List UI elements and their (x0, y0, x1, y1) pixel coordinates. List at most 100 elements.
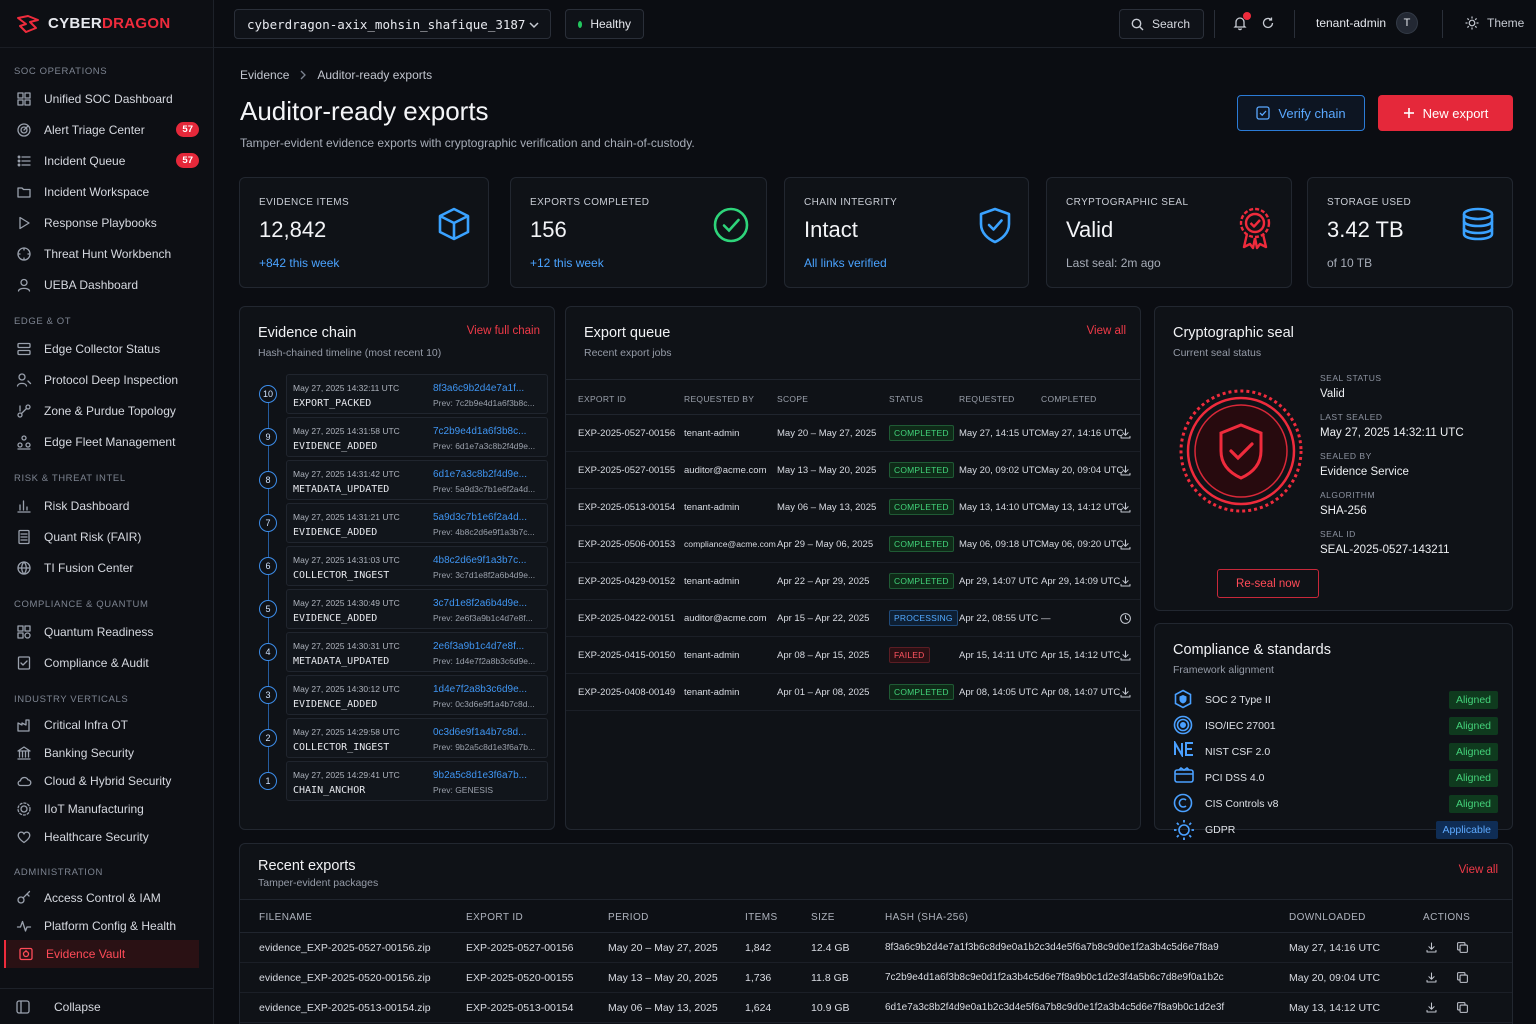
chain-hash[interactable]: 1d4e7f2a8b3c6d9e... (433, 684, 527, 695)
view-full-chain-link[interactable]: View full chain (467, 325, 540, 337)
download-icon[interactable] (1119, 649, 1132, 662)
compliance-item[interactable]: GDPR Applicable (1173, 819, 1498, 841)
sidebar-item-protocol-deep-inspection[interactable]: Protocol Deep Inspection (0, 364, 213, 395)
compliance-item[interactable]: CIS Controls v8 Aligned (1173, 793, 1498, 815)
chain-hash[interactable]: 5a9d3c7b1e6f2a4d... (433, 512, 527, 523)
breadcrumb-parent[interactable]: Evidence (240, 68, 289, 82)
recent-cell-file[interactable]: evidence_EXP-2025-0527-00156.zip (259, 942, 431, 954)
download-icon[interactable] (1425, 1001, 1438, 1014)
collapse-button[interactable]: Collapse (0, 988, 213, 1024)
recent-cell-file[interactable]: evidence_EXP-2025-0520-00156.zip (259, 972, 431, 984)
reseal-button[interactable]: Re-seal now (1217, 569, 1319, 598)
queue-view-all-link[interactable]: View all (1087, 325, 1126, 337)
verify-chain-button[interactable]: Verify chain (1237, 95, 1365, 131)
recent-view-all-link[interactable]: View all (1459, 864, 1498, 876)
compliance-item[interactable]: SOC 2 Type II Aligned (1173, 689, 1498, 711)
chain-hash[interactable]: 3c7d1e8f2a6b4d9e... (433, 598, 527, 609)
sidebar-item-zone-purdue-topology[interactable]: Zone & Purdue Topology (0, 395, 213, 426)
sidebar-item-critical-infra-ot[interactable]: Critical Infra OT (0, 711, 213, 739)
sidebar-item-threat-hunt-workbench[interactable]: Threat Hunt Workbench (0, 238, 213, 269)
recent-cell-downloaded: May 27, 14:16 UTC (1289, 942, 1381, 954)
compliance-item[interactable]: ISO/IEC 27001 Aligned (1173, 715, 1498, 737)
sidebar-item-response-playbooks[interactable]: Response Playbooks (0, 207, 213, 238)
chain-entry[interactable]: May 27, 2025 14:29:58 UTC COLLECTOR_INGES… (286, 718, 548, 758)
queue-row[interactable]: EXP-2025-0527-00156 tenant-admin May 20 – … (566, 415, 1140, 452)
chain-hash[interactable]: 4b8c2d6e9f1a3b7c... (433, 555, 526, 566)
sidebar-item-unified-soc-dashboard[interactable]: Unified SOC Dashboard (0, 83, 213, 114)
sidebar-item-incident-queue[interactable]: Incident Queue 57 (0, 145, 213, 176)
chain-entry[interactable]: May 27, 2025 14:31:21 UTC EVIDENCE_ADDED 5… (286, 503, 548, 543)
chain-hash[interactable]: 0c3d6e9f1a4b7c8d... (433, 727, 526, 738)
brand[interactable]: CYBERDRAGON (0, 0, 213, 48)
sidebar-item-risk-dashboard[interactable]: Risk Dashboard (0, 490, 213, 521)
chain-step-number: 1 (259, 772, 277, 790)
recent-cell-hash: 7c2b9e4d1a6f3b8c9e0d1f2a3b4c5d6e7f8a9b0c… (885, 972, 1224, 983)
chain-hash[interactable]: 8f3a6c9b2d4e7a1f... (433, 383, 524, 394)
sidebar-item-iiot-manufacturing[interactable]: IIoT Manufacturing (0, 795, 213, 823)
queue-row[interactable]: EXP-2025-0415-00150 tenant-admin Apr 08 – … (566, 637, 1140, 674)
sidebar-item-quant-risk-fair[interactable]: Quant Risk (FAIR) (0, 521, 213, 552)
chain-hash[interactable]: 6d1e7a3c8b2f4d9e... (433, 469, 527, 480)
chain-hash[interactable]: 9b2a5c8d1e3f6a7b... (433, 770, 527, 781)
download-icon[interactable] (1119, 538, 1132, 551)
chain-hash[interactable]: 2e6f3a9b1c4d7e8f... (433, 641, 524, 652)
chain-entry[interactable]: May 27, 2025 14:30:49 UTC EVIDENCE_ADDED 3… (286, 589, 548, 629)
new-export-button[interactable]: New export (1378, 95, 1513, 131)
sidebar-item-edge-fleet-management[interactable]: Edge Fleet Management (0, 426, 213, 457)
download-icon[interactable] (1425, 941, 1438, 954)
download-icon[interactable] (1425, 971, 1438, 984)
tenant-select[interactable]: cyberdragon-axix_mohsin_shafique_3187 (234, 9, 551, 39)
sidebar-item-platform-config-health[interactable]: Platform Config & Health (0, 912, 213, 940)
sidebar-item-compliance-audit[interactable]: Compliance & Audit (0, 647, 213, 678)
chain-entry[interactable]: May 27, 2025 14:30:31 UTC METADATA_UPDATE… (286, 632, 548, 672)
chain-hash[interactable]: 7c2b9e4d1a6f3b8c... (433, 426, 526, 437)
copy-icon[interactable] (1456, 941, 1469, 954)
copy-icon[interactable] (1456, 1001, 1469, 1014)
compliance-item[interactable]: PCI DSS 4.0 Aligned (1173, 767, 1498, 789)
notification-dot-icon (1243, 12, 1251, 20)
queue-cell-completed: Apr 08, 14:07 UTC (1041, 687, 1121, 698)
chain-entry[interactable]: May 27, 2025 14:31:42 UTC METADATA_UPDATE… (286, 460, 548, 500)
chain-entry[interactable]: May 27, 2025 14:29:41 UTC CHAIN_ANCHOR 9b2… (286, 761, 548, 801)
health-status[interactable]: Healthy (565, 9, 644, 39)
queue-row[interactable]: EXP-2025-0422-00151 auditor@acme.com Apr 1… (566, 600, 1140, 637)
queue-row[interactable]: EXP-2025-0527-00155 auditor@acme.com May 1… (566, 452, 1140, 489)
chain-entry[interactable]: May 27, 2025 14:30:12 UTC EVIDENCE_ADDED 1… (286, 675, 548, 715)
sidebar-item-banking-security[interactable]: Banking Security (0, 739, 213, 767)
download-icon[interactable] (1119, 575, 1132, 588)
queue-row[interactable]: EXP-2025-0506-00153 compliance@acme.com Ap… (566, 526, 1140, 563)
user-menu[interactable]: tenant-admin T (1316, 12, 1419, 34)
recent-export-row[interactable]: evidence_EXP-2025-0527-00156.zip EXP-2025… (240, 933, 1512, 963)
download-icon[interactable] (1119, 427, 1132, 440)
recent-export-row[interactable]: evidence_EXP-2025-0520-00156.zip EXP-2025… (240, 963, 1512, 993)
sidebar-item-evidence-vault[interactable]: Evidence Vault (4, 940, 199, 968)
sidebar-item-healthcare-security[interactable]: Healthcare Security (0, 823, 213, 851)
chain-entry[interactable]: May 27, 2025 14:31:58 UTC EVIDENCE_ADDED 7… (286, 417, 548, 457)
sidebar-item-alert-triage-center[interactable]: Alert Triage Center 57 (0, 114, 213, 145)
sidebar-item-quantum-readiness[interactable]: Quantum Readiness (0, 616, 213, 647)
queue-row[interactable]: EXP-2025-0408-00149 tenant-admin Apr 01 – … (566, 674, 1140, 711)
sidebar-item-label: Quant Risk (FAIR) (44, 529, 142, 544)
sidebar-item-incident-workspace[interactable]: Incident Workspace (0, 176, 213, 207)
sidebar-item-edge-collector-status[interactable]: Edge Collector Status (0, 333, 213, 364)
chain-entry[interactable]: May 27, 2025 14:32:11 UTC EXPORT_PACKED 8f… (286, 374, 548, 414)
queue-row[interactable]: EXP-2025-0513-00154 tenant-admin May 06 – … (566, 489, 1140, 526)
recent-export-row[interactable]: evidence_EXP-2025-0513-00154.zip EXP-2025… (240, 993, 1512, 1023)
search-button[interactable]: Search (1119, 9, 1204, 39)
sidebar-item-cloud-hybrid-security[interactable]: Cloud & Hybrid Security (0, 767, 213, 795)
chain-entry[interactable]: May 27, 2025 14:31:03 UTC COLLECTOR_INGES… (286, 546, 548, 586)
clock-icon[interactable] (1119, 612, 1132, 625)
refresh-icon[interactable] (1260, 15, 1276, 31)
queue-cell-by: tenant-admin (684, 576, 740, 587)
copy-icon[interactable] (1456, 971, 1469, 984)
download-icon[interactable] (1119, 501, 1132, 514)
queue-row[interactable]: EXP-2025-0429-00152 tenant-admin Apr 22 – … (566, 563, 1140, 600)
theme-toggle[interactable]: Theme (1465, 16, 1524, 30)
compliance-item[interactable]: NIST CSF 2.0 Aligned (1173, 741, 1498, 763)
download-icon[interactable] (1119, 686, 1132, 699)
recent-cell-file[interactable]: evidence_EXP-2025-0513-00154.zip (259, 1002, 431, 1014)
sidebar-item-ti-fusion-center[interactable]: TI Fusion Center (0, 552, 213, 583)
download-icon[interactable] (1119, 464, 1132, 477)
sidebar-item-ueba-dashboard[interactable]: UEBA Dashboard (0, 269, 213, 300)
sidebar-item-access-control-iam[interactable]: Access Control & IAM (0, 884, 213, 912)
